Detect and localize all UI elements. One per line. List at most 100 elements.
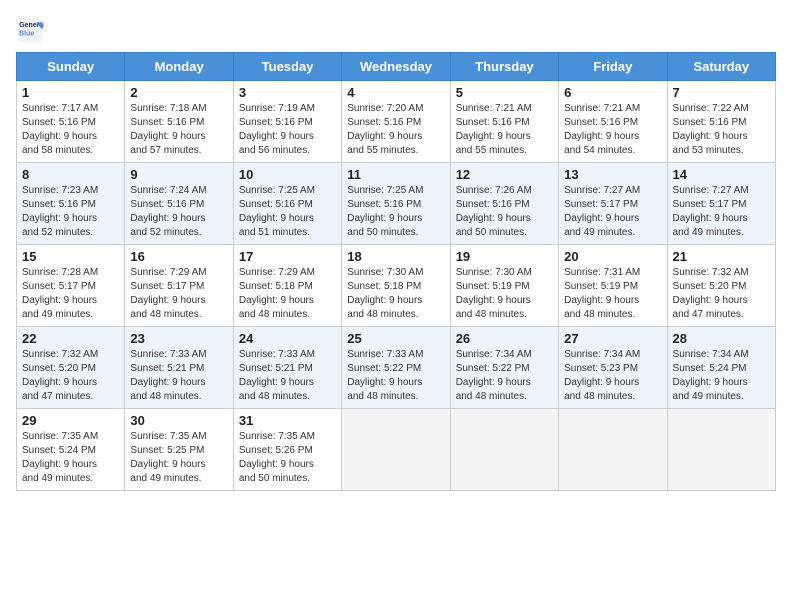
calendar-day-cell [559,409,667,491]
calendar-table: SundayMondayTuesdayWednesdayThursdayFrid… [16,52,776,491]
calendar-day-cell: 5 Sunrise: 7:21 AM Sunset: 5:16 PM Daylig… [450,81,558,163]
calendar-day-cell: 31 Sunrise: 7:35 AM Sunset: 5:26 PM Dayli… [233,409,341,491]
calendar-day-cell: 27 Sunrise: 7:34 AM Sunset: 5:23 PM Dayli… [559,327,667,409]
day-info: Sunrise: 7:32 AM Sunset: 5:20 PM Dayligh… [22,348,119,404]
day-number: 29 [22,413,119,428]
day-info: Sunrise: 7:20 AM Sunset: 5:16 PM Dayligh… [347,102,444,158]
weekday-header-thursday: Thursday [450,53,558,81]
weekday-header-saturday: Saturday [667,53,775,81]
day-info: Sunrise: 7:30 AM Sunset: 5:18 PM Dayligh… [347,266,444,322]
day-number: 23 [130,331,227,346]
day-info: Sunrise: 7:31 AM Sunset: 5:19 PM Dayligh… [564,266,661,322]
day-info: Sunrise: 7:18 AM Sunset: 5:16 PM Dayligh… [130,102,227,158]
day-info: Sunrise: 7:33 AM Sunset: 5:22 PM Dayligh… [347,348,444,404]
calendar-day-cell: 1 Sunrise: 7:17 AM Sunset: 5:16 PM Daylig… [17,81,125,163]
day-info: Sunrise: 7:28 AM Sunset: 5:17 PM Dayligh… [22,266,119,322]
day-info: Sunrise: 7:25 AM Sunset: 5:16 PM Dayligh… [347,184,444,240]
calendar-day-cell: 8 Sunrise: 7:23 AM Sunset: 5:16 PM Daylig… [17,163,125,245]
calendar-day-cell: 23 Sunrise: 7:33 AM Sunset: 5:21 PM Dayli… [125,327,233,409]
day-info: Sunrise: 7:34 AM Sunset: 5:24 PM Dayligh… [673,348,770,404]
day-info: Sunrise: 7:22 AM Sunset: 5:16 PM Dayligh… [673,102,770,158]
day-info: Sunrise: 7:32 AM Sunset: 5:20 PM Dayligh… [673,266,770,322]
day-info: Sunrise: 7:27 AM Sunset: 5:17 PM Dayligh… [564,184,661,240]
day-info: Sunrise: 7:35 AM Sunset: 5:26 PM Dayligh… [239,430,336,486]
calendar-week-row: 15 Sunrise: 7:28 AM Sunset: 5:17 PM Dayli… [17,245,776,327]
day-number: 19 [456,249,553,264]
calendar-day-cell: 14 Sunrise: 7:27 AM Sunset: 5:17 PM Dayli… [667,163,775,245]
logo: General Blue [16,16,48,44]
calendar-day-cell: 2 Sunrise: 7:18 AM Sunset: 5:16 PM Daylig… [125,81,233,163]
calendar-week-row: 22 Sunrise: 7:32 AM Sunset: 5:20 PM Dayli… [17,327,776,409]
day-number: 22 [22,331,119,346]
day-info: Sunrise: 7:29 AM Sunset: 5:17 PM Dayligh… [130,266,227,322]
calendar-day-cell: 15 Sunrise: 7:28 AM Sunset: 5:17 PM Dayli… [17,245,125,327]
day-info: Sunrise: 7:21 AM Sunset: 5:16 PM Dayligh… [564,102,661,158]
calendar-day-cell: 28 Sunrise: 7:34 AM Sunset: 5:24 PM Dayli… [667,327,775,409]
day-number: 20 [564,249,661,264]
day-info: Sunrise: 7:33 AM Sunset: 5:21 PM Dayligh… [130,348,227,404]
calendar-day-cell: 20 Sunrise: 7:31 AM Sunset: 5:19 PM Dayli… [559,245,667,327]
day-info: Sunrise: 7:30 AM Sunset: 5:19 PM Dayligh… [456,266,553,322]
day-number: 28 [673,331,770,346]
day-number: 27 [564,331,661,346]
calendar-day-cell: 26 Sunrise: 7:34 AM Sunset: 5:22 PM Dayli… [450,327,558,409]
day-info: Sunrise: 7:34 AM Sunset: 5:23 PM Dayligh… [564,348,661,404]
day-number: 12 [456,167,553,182]
calendar-day-cell: 13 Sunrise: 7:27 AM Sunset: 5:17 PM Dayli… [559,163,667,245]
weekday-header-wednesday: Wednesday [342,53,450,81]
day-info: Sunrise: 7:35 AM Sunset: 5:24 PM Dayligh… [22,430,119,486]
calendar-day-cell: 25 Sunrise: 7:33 AM Sunset: 5:22 PM Dayli… [342,327,450,409]
day-number: 4 [347,85,444,100]
day-info: Sunrise: 7:25 AM Sunset: 5:16 PM Dayligh… [239,184,336,240]
calendar-week-row: 29 Sunrise: 7:35 AM Sunset: 5:24 PM Dayli… [17,409,776,491]
day-info: Sunrise: 7:23 AM Sunset: 5:16 PM Dayligh… [22,184,119,240]
day-info: Sunrise: 7:24 AM Sunset: 5:16 PM Dayligh… [130,184,227,240]
calendar-day-cell: 10Sunrise: 7:25 AM Sunset: 5:16 PM Dayli… [233,163,341,245]
calendar-day-cell: 18 Sunrise: 7:30 AM Sunset: 5:18 PM Dayli… [342,245,450,327]
calendar-day-cell: 11 Sunrise: 7:25 AM Sunset: 5:16 PM Dayli… [342,163,450,245]
svg-text:Blue: Blue [19,30,34,37]
calendar-day-cell: 17 Sunrise: 7:29 AM Sunset: 5:18 PM Dayli… [233,245,341,327]
calendar-day-cell: 3 Sunrise: 7:19 AM Sunset: 5:16 PM Daylig… [233,81,341,163]
calendar-day-cell: 6Sunrise: 7:21 AM Sunset: 5:16 PM Daylig… [559,81,667,163]
day-info: Sunrise: 7:29 AM Sunset: 5:18 PM Dayligh… [239,266,336,322]
day-number: 17 [239,249,336,264]
day-number: 18 [347,249,444,264]
weekday-header-tuesday: Tuesday [233,53,341,81]
day-number: 3 [239,85,336,100]
weekday-header-monday: Monday [125,53,233,81]
day-info: Sunrise: 7:21 AM Sunset: 5:16 PM Dayligh… [456,102,553,158]
calendar-day-cell: 30Sunrise: 7:35 AM Sunset: 5:25 PM Dayli… [125,409,233,491]
day-info: Sunrise: 7:27 AM Sunset: 5:17 PM Dayligh… [673,184,770,240]
calendar-day-cell [342,409,450,491]
day-number: 31 [239,413,336,428]
day-number: 11 [347,167,444,182]
calendar-day-cell: 24Sunrise: 7:33 AM Sunset: 5:21 PM Dayli… [233,327,341,409]
day-number: 26 [456,331,553,346]
calendar-day-cell: 29 Sunrise: 7:35 AM Sunset: 5:24 PM Dayli… [17,409,125,491]
calendar-day-cell [450,409,558,491]
day-number: 24 [239,331,336,346]
calendar-day-cell: 16Sunrise: 7:29 AM Sunset: 5:17 PM Dayli… [125,245,233,327]
day-number: 14 [673,167,770,182]
calendar-day-cell: 12 Sunrise: 7:26 AM Sunset: 5:16 PM Dayli… [450,163,558,245]
day-number: 25 [347,331,444,346]
day-number: 15 [22,249,119,264]
calendar-day-cell: 19 Sunrise: 7:30 AM Sunset: 5:19 PM Dayli… [450,245,558,327]
calendar-day-cell [667,409,775,491]
day-number: 13 [564,167,661,182]
day-info: Sunrise: 7:34 AM Sunset: 5:22 PM Dayligh… [456,348,553,404]
day-info: Sunrise: 7:19 AM Sunset: 5:16 PM Dayligh… [239,102,336,158]
day-number: 2 [130,85,227,100]
calendar-day-cell: 7Sunrise: 7:22 AM Sunset: 5:16 PM Daylig… [667,81,775,163]
logo-icon: General Blue [16,16,44,44]
day-number: 5 [456,85,553,100]
day-number: 1 [22,85,119,100]
calendar-day-cell: 21Sunrise: 7:32 AM Sunset: 5:20 PM Dayli… [667,245,775,327]
day-info: Sunrise: 7:26 AM Sunset: 5:16 PM Dayligh… [456,184,553,240]
day-number: 8 [22,167,119,182]
header: General Blue [16,16,776,44]
calendar-day-cell: 22 Sunrise: 7:32 AM Sunset: 5:20 PM Dayli… [17,327,125,409]
day-info: Sunrise: 7:17 AM Sunset: 5:16 PM Dayligh… [22,102,119,158]
day-info: Sunrise: 7:35 AM Sunset: 5:25 PM Dayligh… [130,430,227,486]
